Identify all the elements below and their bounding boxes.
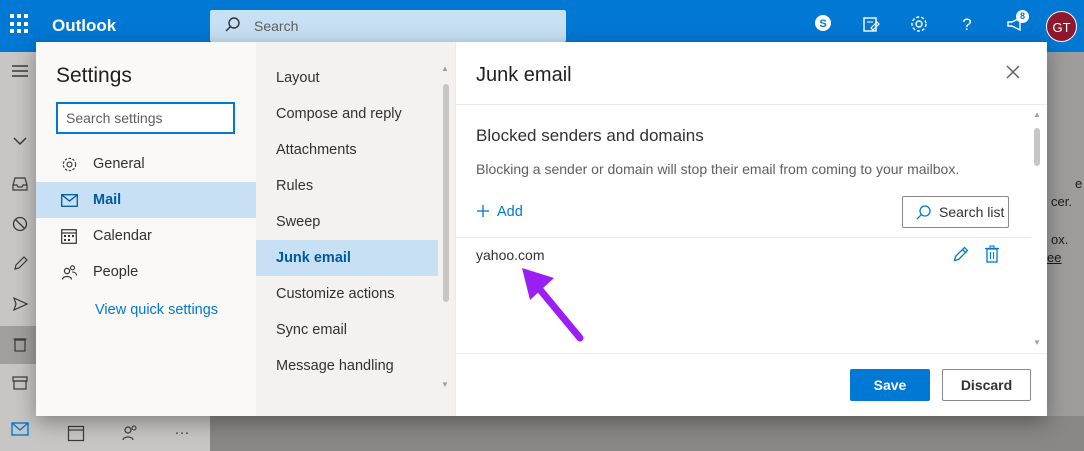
search-settings-input[interactable] xyxy=(56,102,235,134)
mail-icon xyxy=(60,191,78,209)
avatar[interactable]: GT xyxy=(1046,11,1077,42)
delete-trash-icon[interactable] xyxy=(984,245,1000,268)
scroll-up-arrow[interactable]: ▲ xyxy=(441,64,449,73)
subcategory-layout[interactable]: Layout xyxy=(256,60,438,96)
search-list-button[interactable]: Search list xyxy=(902,196,1009,228)
settings-dialog: Settings General Mail Calendar xyxy=(36,42,1047,416)
subcategory-message-handling[interactable]: Message handling xyxy=(256,348,438,384)
mail-subcategories-pane: Layout Compose and reply Attachments Rul… xyxy=(256,42,456,416)
subcategory-sweep[interactable]: Sweep xyxy=(256,204,438,240)
app-launcher-icon[interactable] xyxy=(10,14,30,34)
mail-search-box[interactable]: Search xyxy=(210,10,566,42)
people-app-icon[interactable] xyxy=(120,424,140,444)
subcategory-attachments[interactable]: Attachments xyxy=(256,132,438,168)
more-apps-icon[interactable]: ··· xyxy=(172,424,192,444)
drafts-pencil-icon[interactable] xyxy=(10,256,30,276)
settings-title: Settings xyxy=(56,64,132,87)
scroll-down-arrow[interactable]: ▼ xyxy=(1033,338,1041,347)
category-label: Mail xyxy=(93,192,122,208)
scroll-up-arrow[interactable]: ▲ xyxy=(1033,110,1041,119)
annotation-arrow xyxy=(518,266,588,351)
category-mail[interactable]: Mail xyxy=(36,182,256,218)
search-icon xyxy=(916,204,931,220)
mail-subcategory-list: Layout Compose and reply Attachments Rul… xyxy=(256,60,438,384)
category-general[interactable]: General xyxy=(36,146,256,182)
mail-app-icon[interactable] xyxy=(10,422,30,442)
chevron-down-icon[interactable] xyxy=(10,132,30,152)
category-people[interactable]: People xyxy=(36,254,256,290)
hamburger-menu-icon[interactable] xyxy=(10,64,30,84)
inbox-icon[interactable] xyxy=(10,176,30,196)
background-reading-pane: e cer. ox. ee xyxy=(1047,52,1084,416)
edit-pencil-icon[interactable] xyxy=(952,245,970,268)
settings-category-list: General Mail Calendar People xyxy=(36,146,256,290)
search-placeholder: Search xyxy=(254,18,299,34)
subcategory-rules[interactable]: Rules xyxy=(256,168,438,204)
category-label: People xyxy=(93,264,139,280)
junk-blocked-icon[interactable] xyxy=(10,216,30,236)
view-quick-settings-link[interactable]: View quick settings xyxy=(95,302,218,318)
search-list-label: Search list xyxy=(939,204,1005,220)
notification-badge: 8 xyxy=(1016,10,1029,23)
save-button[interactable]: Save xyxy=(850,369,930,401)
subcategory-customize-actions[interactable]: Customize actions xyxy=(256,276,438,312)
subcategory-junk-email[interactable]: Junk email xyxy=(256,240,438,276)
add-label: Add xyxy=(497,204,523,220)
my-day-icon[interactable] xyxy=(860,14,882,36)
settings-categories-pane: Settings General Mail Calendar xyxy=(36,42,256,416)
app-name[interactable]: Outlook xyxy=(52,16,116,36)
category-calendar[interactable]: Calendar xyxy=(36,218,256,254)
background-main xyxy=(210,416,1084,451)
settings-gear-icon[interactable] xyxy=(908,14,930,36)
divider xyxy=(456,104,1047,105)
section-description: Blocking a sender or domain will stop th… xyxy=(476,161,960,177)
discard-button[interactable]: Discard xyxy=(942,369,1031,401)
sent-icon[interactable] xyxy=(10,296,30,316)
skype-icon[interactable]: S xyxy=(812,14,834,36)
calendar-icon xyxy=(60,227,78,245)
scrollbar-thumb[interactable] xyxy=(443,84,449,302)
help-icon[interactable]: ? xyxy=(956,14,978,36)
plus-icon xyxy=(476,202,490,222)
section-title: Blocked senders and domains xyxy=(476,126,704,145)
junk-email-pane: Junk email Blocked senders and domains B… xyxy=(456,42,1047,416)
calendar-app-icon[interactable] xyxy=(66,424,86,444)
subcategory-compose-and-reply[interactable]: Compose and reply xyxy=(256,96,438,132)
bg-text-fragment: ee xyxy=(1047,250,1062,265)
scrollbar-thumb[interactable] xyxy=(1034,128,1040,166)
divider xyxy=(456,237,1031,238)
gear-icon xyxy=(60,155,78,173)
app-switcher-bar: ··· xyxy=(40,416,210,451)
add-blocked-sender-button[interactable]: Add xyxy=(476,202,523,222)
people-icon xyxy=(60,263,78,281)
search-icon xyxy=(224,16,242,39)
archive-icon[interactable] xyxy=(10,376,30,396)
left-rail xyxy=(0,52,40,451)
deleted-items-icon[interactable] xyxy=(10,336,30,356)
svg-text:S: S xyxy=(819,18,826,30)
bg-text-fragment: ox. xyxy=(1051,232,1069,247)
scroll-down-arrow[interactable]: ▼ xyxy=(441,380,449,389)
close-icon[interactable] xyxy=(1005,64,1025,84)
pane-title: Junk email xyxy=(476,64,572,86)
category-label: General xyxy=(93,156,145,172)
bg-text-fragment: cer. xyxy=(1051,194,1072,209)
bg-text-fragment: e xyxy=(1075,176,1083,191)
blocked-domain: yahoo.com xyxy=(476,247,545,263)
subcategory-sync-email[interactable]: Sync email xyxy=(256,312,438,348)
category-label: Calendar xyxy=(93,228,152,244)
divider xyxy=(456,353,1047,354)
